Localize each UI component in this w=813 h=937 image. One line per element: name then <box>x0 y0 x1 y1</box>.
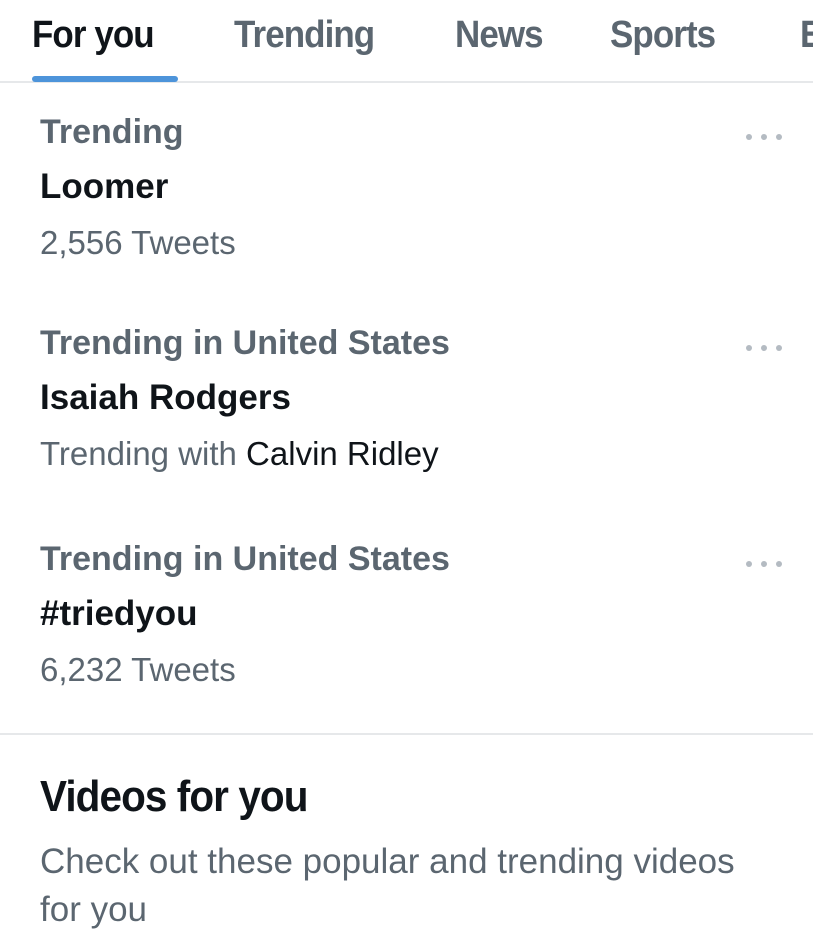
trend-name[interactable]: Isaiah Rodgers <box>40 370 780 426</box>
more-dot <box>776 134 782 140</box>
more-dot <box>776 345 782 351</box>
trend-item[interactable]: Trending in United States Isaiah Rodgers… <box>40 316 782 482</box>
section-divider <box>0 733 813 735</box>
more-horizontal-icon <box>746 345 752 351</box>
tab-entertainment[interactable]: E <box>800 14 813 57</box>
tab-for-you[interactable]: For you <box>32 14 155 57</box>
more-dot <box>761 561 767 567</box>
explore-tabs: For you Trending News Sports E <box>0 0 813 83</box>
more-dot <box>776 561 782 567</box>
trend-context: Trending in United States <box>40 324 450 362</box>
trend-name[interactable]: #triedyou <box>40 586 780 642</box>
trend-context: Trending in United States <box>40 540 450 578</box>
tab-news[interactable]: News <box>455 14 544 57</box>
trend-context: Trending <box>40 113 184 151</box>
trend-item[interactable]: Trending in United States #triedyou 6,23… <box>40 532 782 698</box>
more-options-button[interactable] <box>746 552 782 576</box>
trend-tweet-count: 6,232 Tweets <box>40 651 236 688</box>
videos-section-subtitle: Check out these popular and trending vid… <box>40 842 735 929</box>
trend-related-prefix: Trending with <box>40 435 237 472</box>
trend-item[interactable]: Trending Loomer 2,556 Tweets <box>40 105 782 271</box>
trend-tweet-count: 2,556 Tweets <box>40 224 236 261</box>
more-horizontal-icon <box>746 134 752 140</box>
more-horizontal-icon <box>746 561 752 567</box>
trend-name[interactable]: Loomer <box>40 159 780 215</box>
videos-section-title: Videos for you <box>40 772 308 821</box>
more-options-button[interactable] <box>746 336 782 360</box>
more-options-button[interactable] <box>746 125 782 149</box>
trend-related-name[interactable]: Calvin Ridley <box>246 435 439 472</box>
more-dot <box>761 345 767 351</box>
more-dot <box>761 134 767 140</box>
tab-trending[interactable]: Trending <box>234 14 375 57</box>
tab-sports[interactable]: Sports <box>610 14 716 57</box>
trend-related: Trending with Calvin Ridley <box>40 426 780 482</box>
active-tab-indicator <box>32 76 178 82</box>
